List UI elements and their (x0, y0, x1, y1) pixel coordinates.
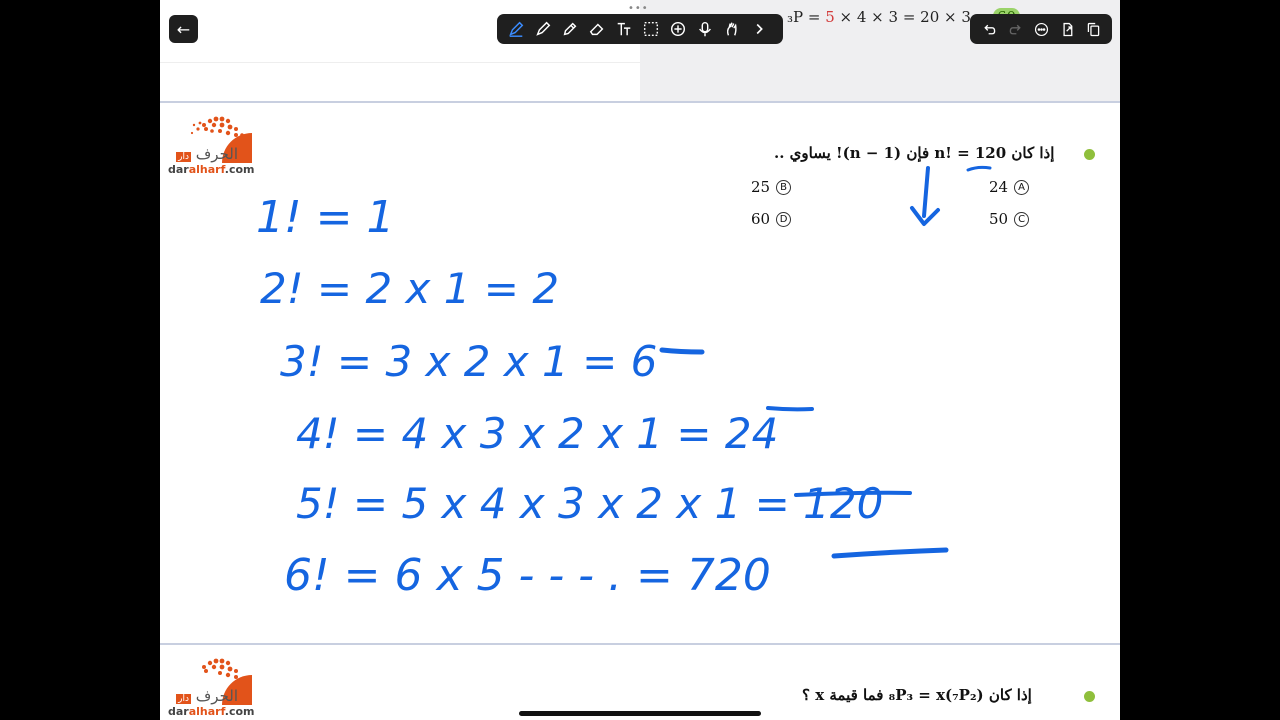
gesture-icon[interactable] (721, 18, 743, 40)
export-icon[interactable] (1056, 18, 1078, 40)
redo-icon[interactable] (1004, 18, 1026, 40)
option-d[interactable]: 60 D (751, 210, 792, 228)
lasso-icon[interactable] (640, 18, 662, 40)
logo-arabic: الحرف دار (176, 145, 238, 163)
highlighter-icon[interactable] (559, 18, 581, 40)
logo-english: daralharf.com (168, 705, 255, 718)
underline-24 (766, 406, 814, 412)
question-bullet (1084, 691, 1095, 702)
text-icon[interactable] (613, 18, 635, 40)
drawing-toolbar (497, 14, 783, 44)
chevron-right-icon[interactable] (748, 18, 770, 40)
handwriting-line-2: 2! = 2 x 1 = 2 (260, 264, 559, 313)
back-button[interactable]: ← (169, 15, 198, 43)
handwriting-line-3: 3! = 3 x 2 x 1 = 6 (280, 337, 657, 386)
home-indicator[interactable] (519, 711, 761, 716)
handwriting-line-6: 6! = 6 x 5 - - - . = 720 (284, 550, 771, 601)
question-1-text: إذا كان n! = 120 فإن (n − 1)! يساوي .. (774, 144, 1055, 162)
underline-120-question (966, 165, 992, 172)
handwriting-line-5: 5! = 5 x 4 x 3 x 2 x 1 = 120 (296, 479, 883, 528)
eraser-icon[interactable] (586, 18, 608, 40)
logo-english: daralharf.com (168, 163, 255, 176)
mic-icon[interactable] (694, 18, 716, 40)
underline-6 (659, 347, 705, 355)
underline-120 (794, 490, 912, 497)
question-2-text: إذا كان ₈P₃ = x(₇P₂) فما قيمة x ؟ (802, 686, 1032, 704)
notes-canvas[interactable]: ••• ₃P = 5 × 4 × 3 = 20 × 3 = 60 ← (160, 0, 1120, 720)
handwriting-line-4: 4! = 4 x 3 x 2 x 1 = 24 (296, 409, 778, 458)
add-icon[interactable] (667, 18, 689, 40)
document-toolbar (970, 14, 1112, 44)
copy-icon[interactable] (1082, 18, 1104, 40)
page-divider (160, 101, 1120, 103)
option-c[interactable]: 50 C (989, 210, 1030, 228)
option-b[interactable]: 25 B (751, 178, 792, 196)
undo-icon[interactable] (978, 18, 1000, 40)
arrow-down (910, 166, 940, 226)
question-bullet (1084, 149, 1095, 160)
page-divider-2 (160, 643, 1120, 645)
marker-icon[interactable] (532, 18, 554, 40)
handwriting-line-1: 1! = 1 (256, 192, 394, 243)
logo-page-2: الحرف دار daralharf.com (168, 657, 258, 719)
arrow-left-icon: ← (176, 19, 191, 39)
option-a[interactable]: 24 A (989, 178, 1030, 196)
pen-icon[interactable] (505, 18, 527, 40)
handwriting-layer: 1! = 1 2! = 2 x 1 = 2 3! = 3 x 2 x 1 = 6… (256, 165, 992, 601)
logo-arabic: الحرف دار (176, 687, 238, 705)
underline-720 (831, 547, 949, 559)
more-icon[interactable] (1030, 18, 1052, 40)
multitasking-dots-icon[interactable]: ••• (628, 3, 649, 14)
logo: الحرف دار daralharf.com (168, 115, 258, 177)
